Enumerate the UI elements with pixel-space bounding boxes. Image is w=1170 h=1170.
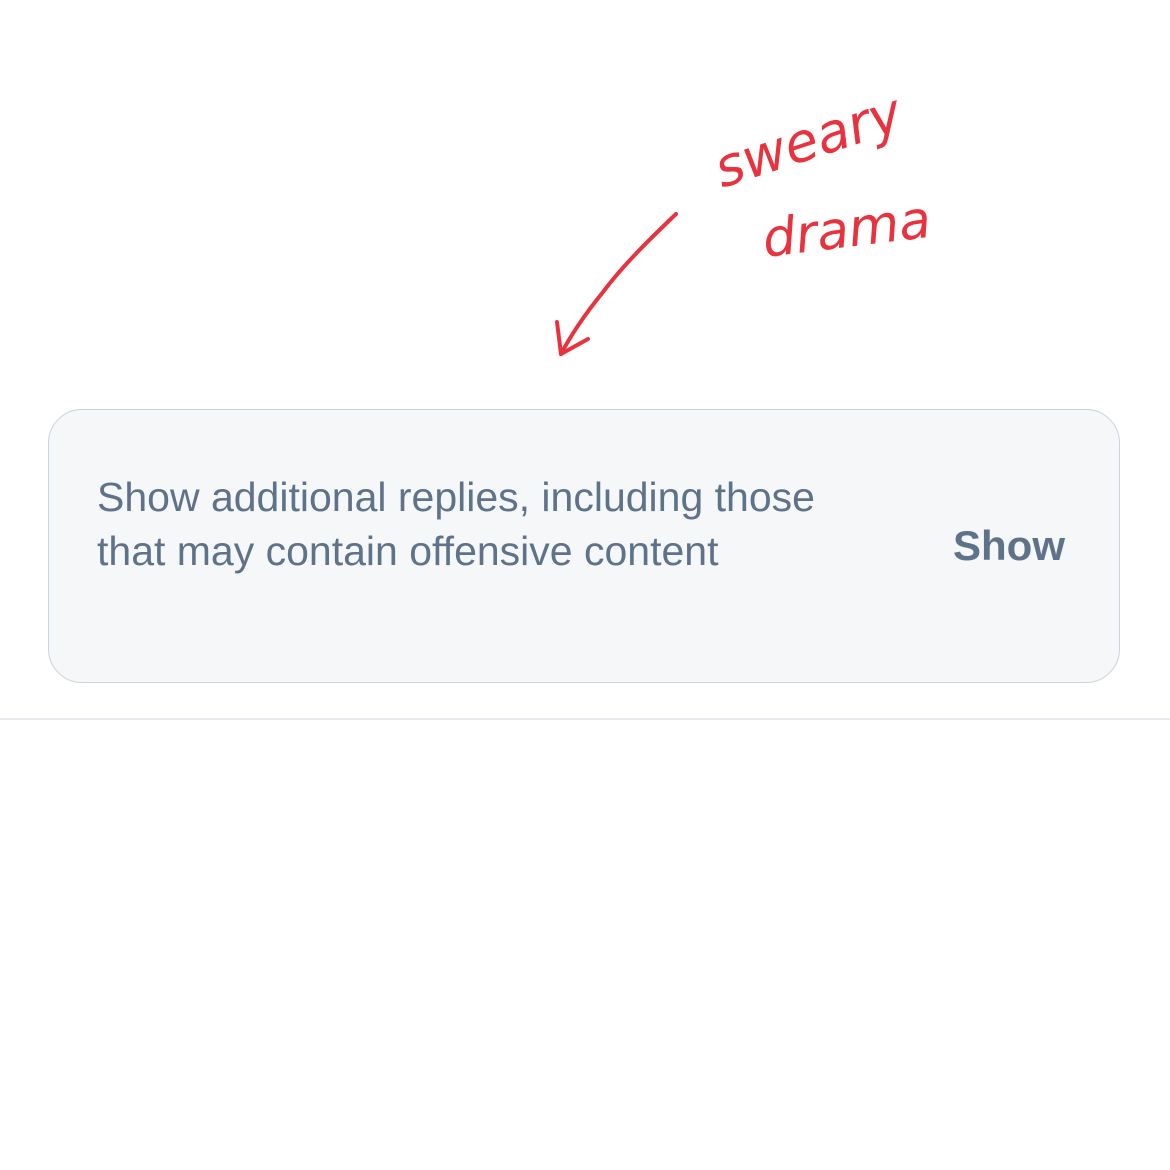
handwritten-annotation: sweary drama: [555, 81, 934, 356]
annotation-arrow-icon: [555, 212, 678, 356]
show-button[interactable]: Show: [953, 519, 1065, 573]
annotation-text-sweary: sweary: [707, 81, 911, 201]
notice-message: Show additional replies, including those…: [97, 474, 815, 574]
section-divider: [0, 718, 1170, 720]
annotation-text-drama: drama: [759, 190, 934, 270]
offensive-content-notice: Show additional replies, including those…: [48, 409, 1120, 683]
